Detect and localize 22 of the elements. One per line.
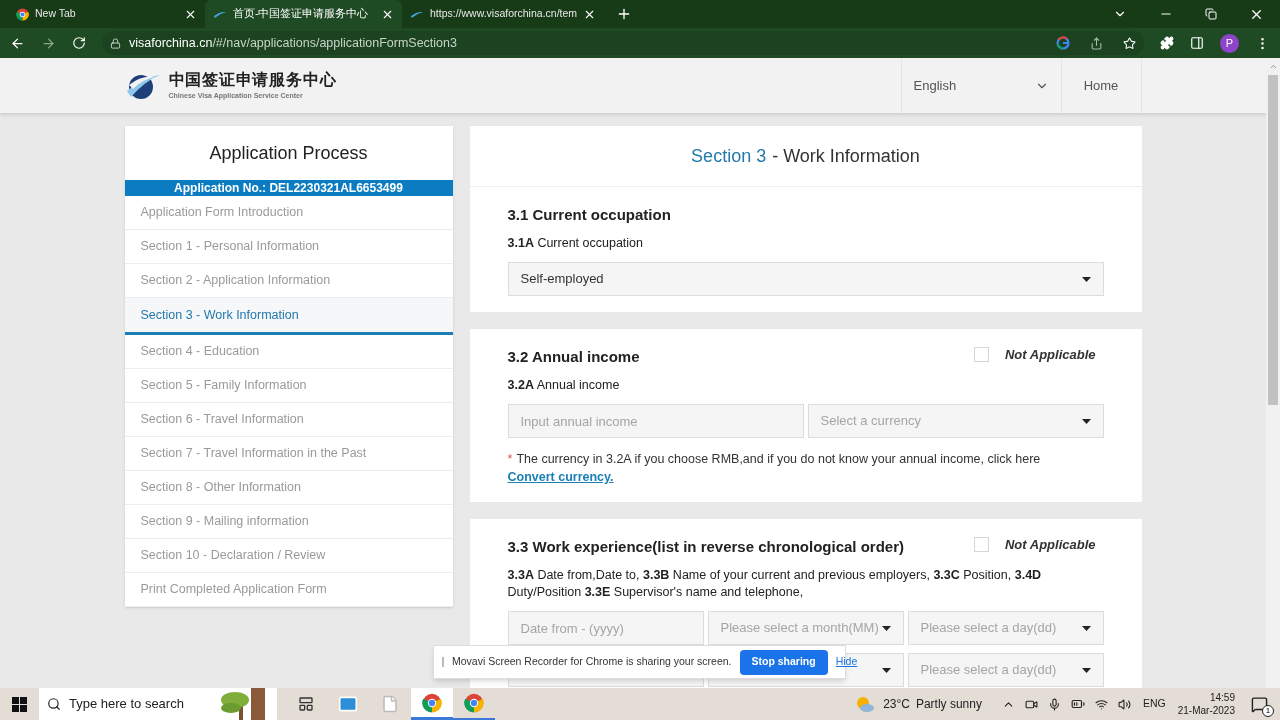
- field-label: 3.2A Annual income: [507, 377, 621, 394]
- tab-title: https://www.visaforchina.cn/tem: [430, 6, 578, 22]
- url-text: visaforchina.cn/#/nav/applications/applicationFormSection3: [129, 34, 457, 52]
- section-heading: 3.3 Work experience(list in reverse chronological order): [507, 537, 905, 557]
- weather-text: Partly sunny: [915, 696, 982, 713]
- weather-temperature: 23°C: [883, 696, 910, 713]
- checkbox-label: Not Applicable: [1004, 346, 1096, 364]
- sidebar-title: Application Process: [208, 141, 369, 165]
- note-text: * The currency in 3.2A if you choose RMB,and if you do not know your annual income, click here Convert currency.: [507, 451, 1042, 486]
- section-heading: 3.2 Annual income: [507, 347, 640, 367]
- section-number: Section 3: [691, 144, 767, 168]
- tab-title: 首页-中国签证申请服务中心: [233, 6, 370, 22]
- field-label: 3.1A Current occupation: [507, 235, 644, 252]
- section-heading: 3.1 Current occupation: [507, 205, 671, 225]
- share-message: Movavi Screen Recorder for Chrome is sharing your screen.: [452, 654, 732, 670]
- section-title: - Work Information: [772, 144, 920, 168]
- tab-title: New Tab: [35, 6, 77, 22]
- field-label: 3.3A Date from,Date to, 3.3B Name of your current and previous employers, 3.3C Position, 3.4D Duty/Position 3.3E Supervisor's name and telephone,: [507, 567, 1043, 601]
- logo-title: 中国签证申请服务中心: [168, 69, 337, 90]
- application-number: Application No.: DEL2230321AL6653499: [124, 180, 453, 196]
- notification-count: 1: [1262, 704, 1274, 717]
- checkbox-label: Not Applicable: [1004, 536, 1096, 554]
